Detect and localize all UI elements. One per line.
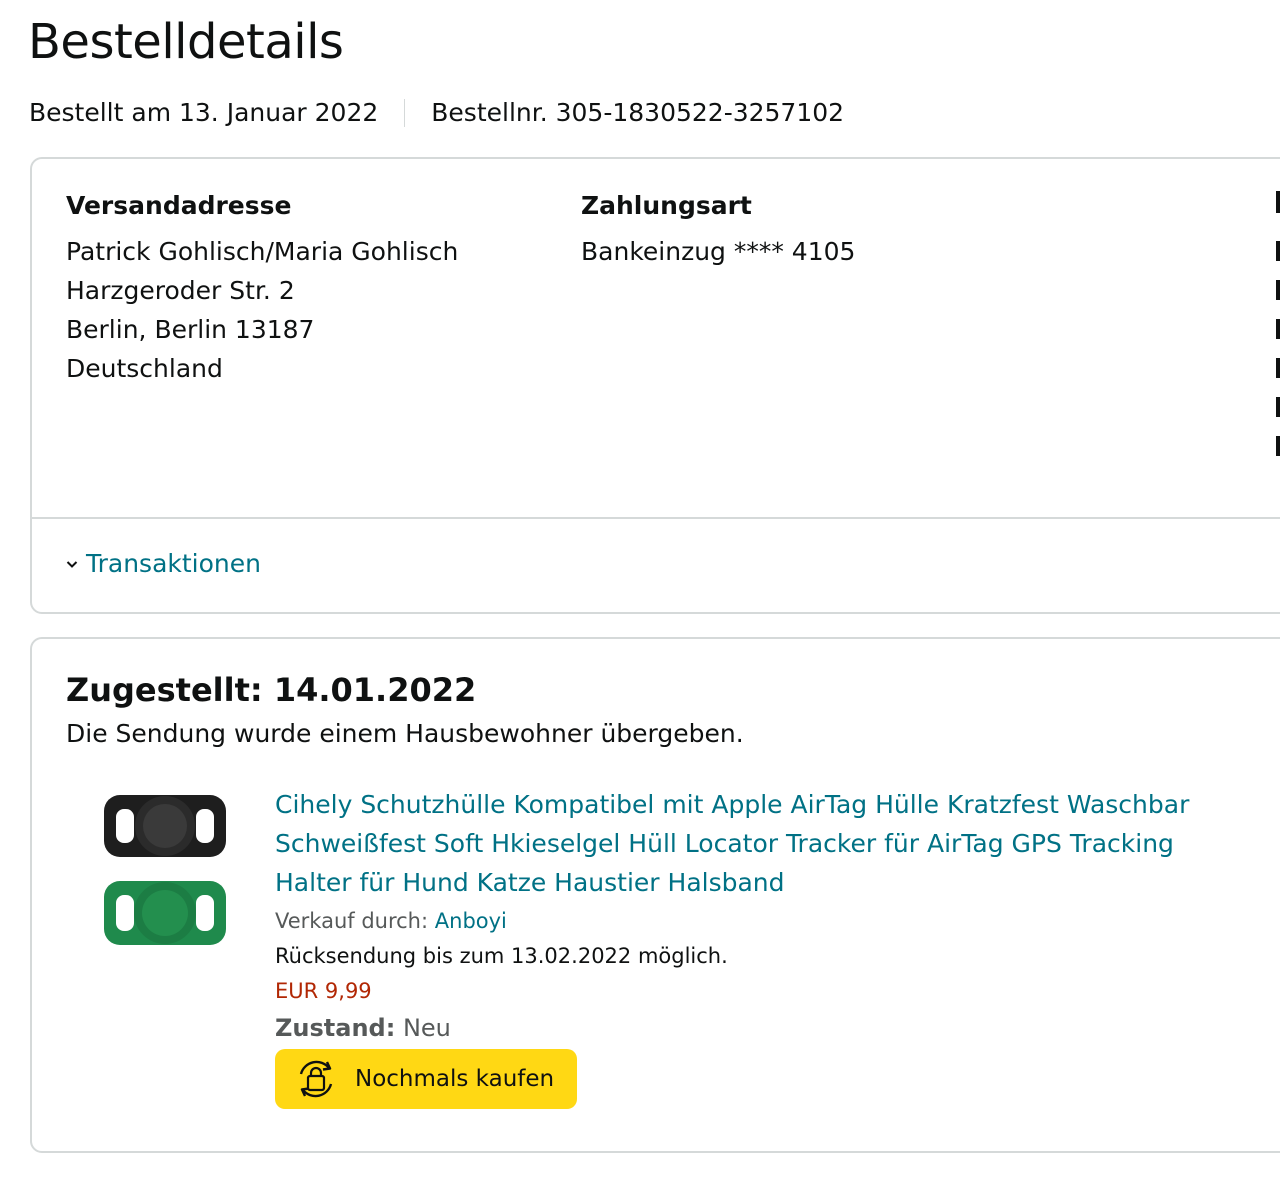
buy-again-button[interactable]: Nochmals kaufen [275,1049,577,1109]
item-price: EUR 9,99 [275,979,372,1003]
transactions-toggle[interactable]: Transaktionen [66,549,261,578]
shipping-address-heading: Versandadresse [66,191,292,220]
order-number: Bestellnr. 305-1830522-3257102 [431,98,845,127]
product-title-link[interactable]: Cihely Schutzhülle Kompatibel mit Apple … [275,785,1205,902]
cutoff-line-fragment [1276,397,1280,417]
shipping-address-line: Deutschland [66,354,223,383]
order-details-page: Bestelldetails Bestellt am 13. Januar 20… [0,0,1280,1186]
cutoff-line-fragment [1276,241,1280,261]
chevron-down-icon [66,555,78,573]
cutoff-heading-fragment [1276,191,1280,213]
cutoff-line-fragment [1276,436,1280,456]
cutoff-line-fragment [1276,319,1280,339]
seller-link[interactable]: Anboyi [435,909,507,933]
shipping-address-line: Harzgeroder Str. 2 [66,276,295,305]
return-info: Rücksendung bis zum 13.02.2022 möglich. [275,944,728,968]
card-divider [32,517,1280,519]
order-meta: Bestellt am 13. Januar 2022 Bestellnr. 3… [29,98,844,127]
buy-again-label: Nochmals kaufen [355,1066,555,1092]
delivery-status: Zugestellt: 14.01.2022 [66,671,477,709]
order-summary-card: Versandadresse Patrick Gohlisch/Maria Go… [30,157,1280,614]
transactions-link-label: Transaktionen [86,549,261,578]
page-title: Bestelldetails [28,14,344,70]
product-image[interactable] [96,789,232,954]
order-date: Bestellt am 13. Januar 2022 [29,98,379,127]
cutoff-line-fragment [1276,280,1280,300]
cutoff-line-fragment [1276,358,1280,378]
seller-info: Verkauf durch: Anboyi [275,909,507,933]
meta-divider [404,98,406,127]
payment-method-heading: Zahlungsart [581,191,752,220]
shipping-address-line: Berlin, Berlin 13187 [66,315,315,344]
buy-again-icon [291,1056,341,1102]
delivery-note: Die Sendung wurde einem Hausbewohner übe… [66,719,744,748]
payment-method-value: Bankeinzug **** 4105 [581,237,856,266]
condition-label: Zustand: [275,1014,396,1042]
seller-label: Verkauf durch: [275,909,429,933]
shipment-card: Zugestellt: 14.01.2022 Die Sendung wurde… [30,637,1280,1153]
item-condition: Zustand: Neu [275,1014,451,1042]
shipping-address-line: Patrick Gohlisch/Maria Gohlisch [66,237,459,266]
condition-value: Neu [402,1014,451,1042]
